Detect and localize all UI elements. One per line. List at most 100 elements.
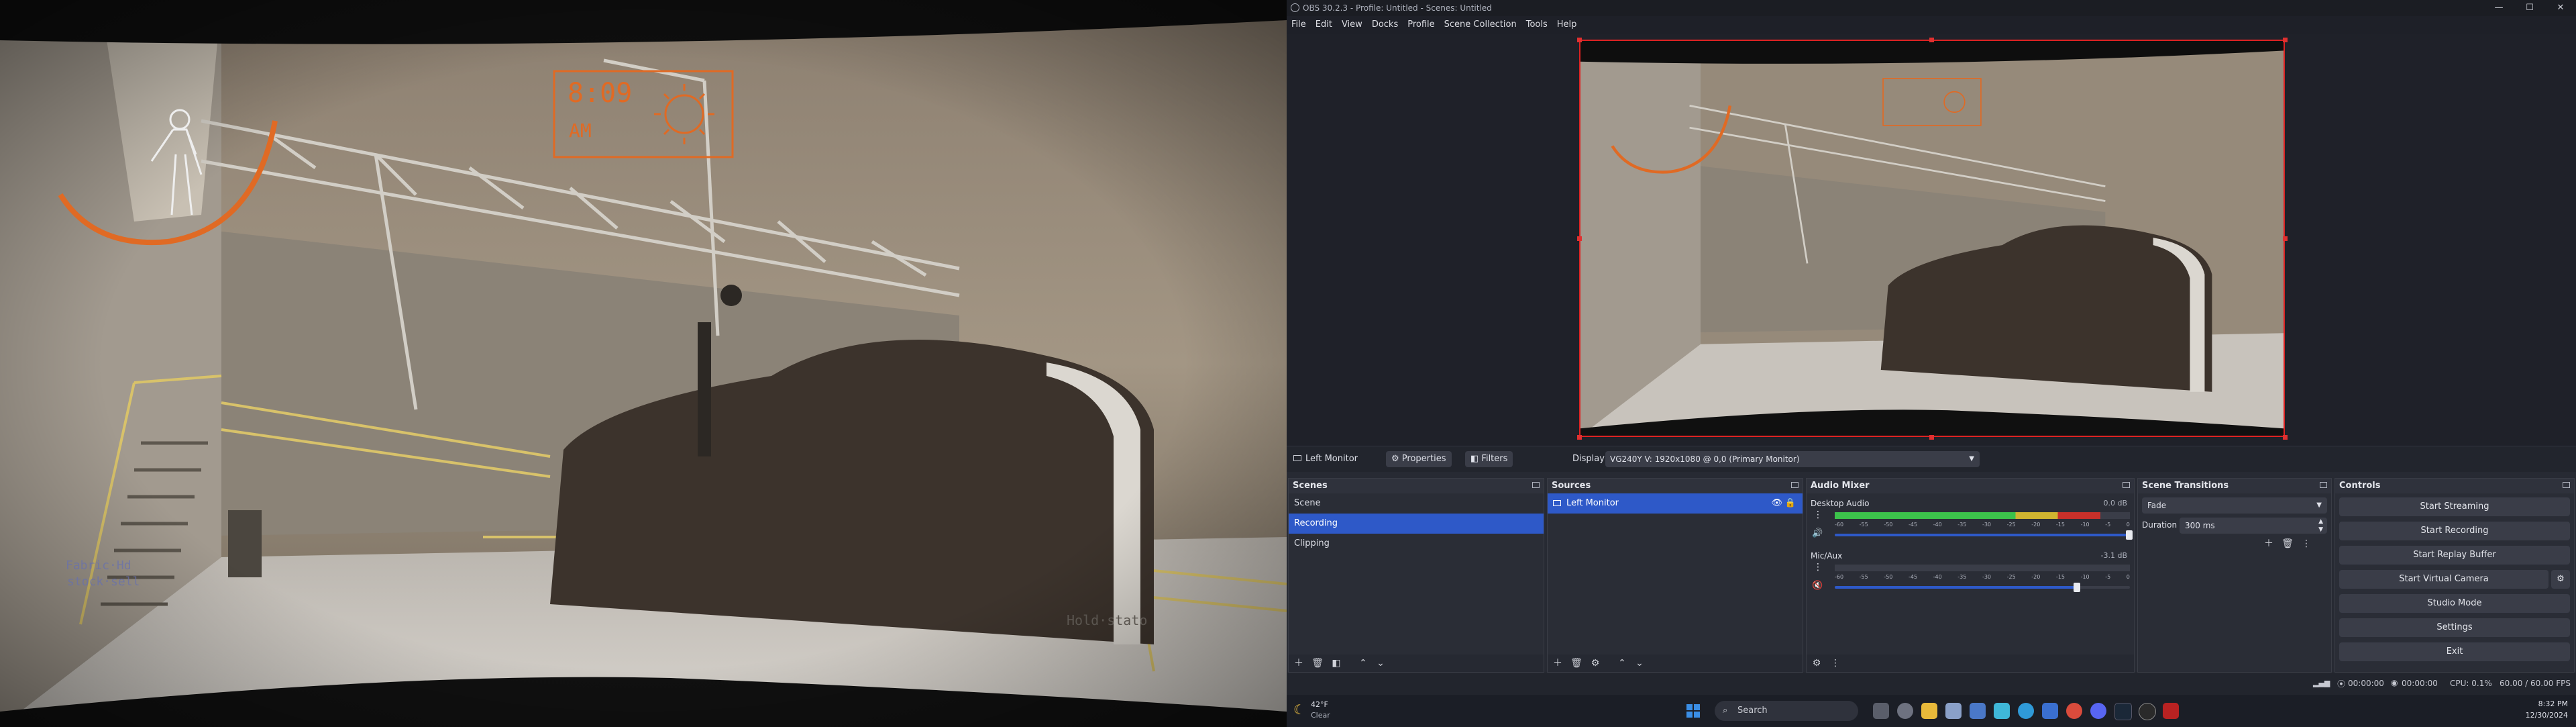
studio-mode-button[interactable]: Studio Mode: [2339, 594, 2570, 613]
scene-item[interactable]: Clipping: [1289, 534, 1544, 554]
discord-icon[interactable]: [2090, 703, 2106, 719]
undock-icon[interactable]: [2320, 482, 2327, 488]
cpu-usage: CPU: 0.1%: [2450, 679, 2492, 688]
menu-scene-collection[interactable]: Scene Collection: [1440, 16, 1521, 34]
start-replay-buffer-button[interactable]: Start Replay Buffer: [2339, 546, 2570, 565]
exit-button[interactable]: Exit: [2339, 642, 2570, 661]
move-up-button[interactable]: ⌃: [1616, 657, 1628, 669]
file-explorer-icon[interactable]: [1921, 703, 1937, 719]
sources-dock: Sources Left Monitor 👁 🔒 ＋ 🗑 ⚙ ⌃ ⌄: [1547, 478, 1803, 673]
scale-tick: -20: [2031, 522, 2041, 528]
menu-view[interactable]: View: [1337, 16, 1367, 34]
resize-handle[interactable]: [1577, 38, 1582, 42]
left-sign-text-2: stock·sell: [67, 575, 140, 589]
menu-docks[interactable]: Docks: [1367, 16, 1403, 34]
snipping-tool-icon[interactable]: [1945, 703, 1962, 719]
maximize-button[interactable]: ☐: [2514, 0, 2545, 16]
remove-transition-button[interactable]: 🗑: [2282, 538, 2294, 550]
add-source-button[interactable]: ＋: [1552, 657, 1564, 669]
source-toolbar: Left Monitor ⚙ Properties ◧ Filters Disp…: [1287, 446, 2576, 472]
menu-tools[interactable]: Tools: [1521, 16, 1552, 34]
channel-menu-icon[interactable]: ⋮: [1813, 510, 1823, 520]
fps-readout: 60.00 / 60.00 FPS: [2500, 679, 2571, 688]
undock-icon[interactable]: [1532, 482, 1540, 488]
volume-slider-handle[interactable]: [2126, 530, 2133, 540]
source-properties-button[interactable]: ⚙: [1589, 657, 1601, 669]
preview-area[interactable]: [1287, 34, 2576, 446]
mic-aux-channel: Mic/Aux -3.1 dB ⋮ -60 -55 -50 -45 -40 -3…: [1809, 551, 2130, 599]
hud-clock-period: AM: [569, 119, 592, 142]
edge-browser-icon[interactable]: [2018, 703, 2034, 719]
channel-name: Desktop Audio: [1811, 499, 1870, 508]
duration-spinbox[interactable]: 300 ms ▲ ▼: [2180, 518, 2327, 534]
spin-arrows-icon[interactable]: ▲ ▼: [2318, 518, 2323, 534]
volume-slider-handle[interactable]: [2074, 583, 2081, 592]
volume-slider[interactable]: [1835, 583, 2130, 592]
filters-button[interactable]: ◧ Filters: [1465, 451, 1513, 467]
properties-button[interactable]: ⚙ Properties: [1386, 451, 1452, 467]
scene-filters-button[interactable]: ◧: [1330, 657, 1342, 669]
scene-item[interactable]: Scene: [1289, 493, 1544, 514]
scale-tick: -40: [1933, 574, 1942, 580]
resize-handle[interactable]: [2283, 435, 2288, 440]
resize-handle[interactable]: [1929, 38, 1934, 42]
volume-slider-fill: [1835, 586, 2077, 589]
mixer-menu-button[interactable]: ⋮: [1829, 657, 1841, 669]
wall-sign-text: Hold·stato: [1067, 612, 1148, 628]
move-down-button[interactable]: ⌄: [1633, 657, 1646, 669]
transition-select[interactable]: Fade ▼: [2142, 497, 2327, 514]
audio-mixer-dock: Audio Mixer Desktop Audio 0.0 dB ⋮ -60 -…: [1806, 478, 2135, 673]
taskbar-search[interactable]: ⌕ Search: [1715, 701, 1858, 721]
scene-item-selected[interactable]: Recording: [1289, 514, 1544, 534]
transition-menu-button[interactable]: ⋮: [2300, 538, 2312, 550]
menu-help[interactable]: Help: [1552, 16, 1582, 34]
volume-slider[interactable]: [1835, 530, 2133, 540]
obs-logo-icon: [1291, 3, 1299, 12]
resize-handle[interactable]: [1577, 435, 1582, 440]
close-button[interactable]: ✕: [2545, 0, 2576, 16]
move-up-button[interactable]: ⌃: [1357, 657, 1369, 669]
menu-edit[interactable]: Edit: [1311, 16, 1337, 34]
obs-taskbar-icon[interactable]: [2139, 703, 2156, 720]
muted-speaker-icon[interactable]: 🔇: [1812, 581, 1823, 591]
chrome-icon[interactable]: [2066, 703, 2082, 719]
visibility-eye-icon[interactable]: 👁: [1771, 493, 1782, 514]
advanced-audio-properties-button[interactable]: ⚙: [1811, 657, 1823, 669]
undock-icon[interactable]: [2123, 482, 2130, 488]
display-select[interactable]: VG240Y V: 1920x1080 @ 0,0 (Primary Monit…: [1605, 451, 1980, 467]
move-down-button[interactable]: ⌄: [1375, 657, 1387, 669]
preview-canvas[interactable]: [1579, 40, 2285, 437]
start-virtual-camera-button[interactable]: Start Virtual Camera: [2339, 570, 2548, 589]
minimize-button[interactable]: —: [2483, 0, 2514, 16]
scenes-toolbar: ＋ 🗑 ◧ ⌃ ⌄: [1289, 655, 1544, 672]
audio-level-meter: [1835, 512, 2130, 519]
remove-scene-button[interactable]: 🗑: [1311, 657, 1324, 669]
virtual-camera-settings-button[interactable]: ⚙: [2551, 570, 2570, 589]
settings-app-icon[interactable]: [1897, 703, 1913, 719]
resize-handle[interactable]: [1577, 236, 1582, 241]
game-taskbar-icon[interactable]: [2163, 703, 2179, 719]
menu-profile[interactable]: Profile: [1403, 16, 1439, 34]
add-transition-button[interactable]: ＋: [2263, 538, 2275, 550]
settings-button[interactable]: Settings: [2339, 618, 2570, 637]
start-streaming-button[interactable]: Start Streaming: [2339, 497, 2570, 516]
resize-handle[interactable]: [2283, 38, 2288, 42]
steam-icon[interactable]: [2114, 703, 2132, 720]
task-view-icon[interactable]: [1873, 703, 1889, 719]
channel-menu-icon[interactable]: ⋮: [1813, 562, 1823, 573]
start-button[interactable]: [1686, 704, 1700, 718]
undock-icon[interactable]: [1791, 482, 1799, 488]
store-icon[interactable]: [2042, 703, 2058, 719]
add-scene-button[interactable]: ＋: [1293, 657, 1305, 669]
lock-icon[interactable]: 🔒: [1785, 493, 1796, 514]
source-item[interactable]: Left Monitor 👁 🔒: [1548, 493, 1803, 514]
menu-file[interactable]: File: [1287, 16, 1311, 34]
resize-handle[interactable]: [1929, 435, 1934, 440]
undock-icon[interactable]: [2563, 482, 2570, 488]
remove-source-button[interactable]: 🗑: [1570, 657, 1582, 669]
start-recording-button[interactable]: Start Recording: [2339, 522, 2570, 540]
notepad-icon[interactable]: [1994, 703, 2010, 719]
resize-handle[interactable]: [2283, 236, 2288, 241]
app-icon[interactable]: [1970, 703, 1986, 719]
speaker-icon[interactable]: 🔊: [1812, 528, 1823, 538]
